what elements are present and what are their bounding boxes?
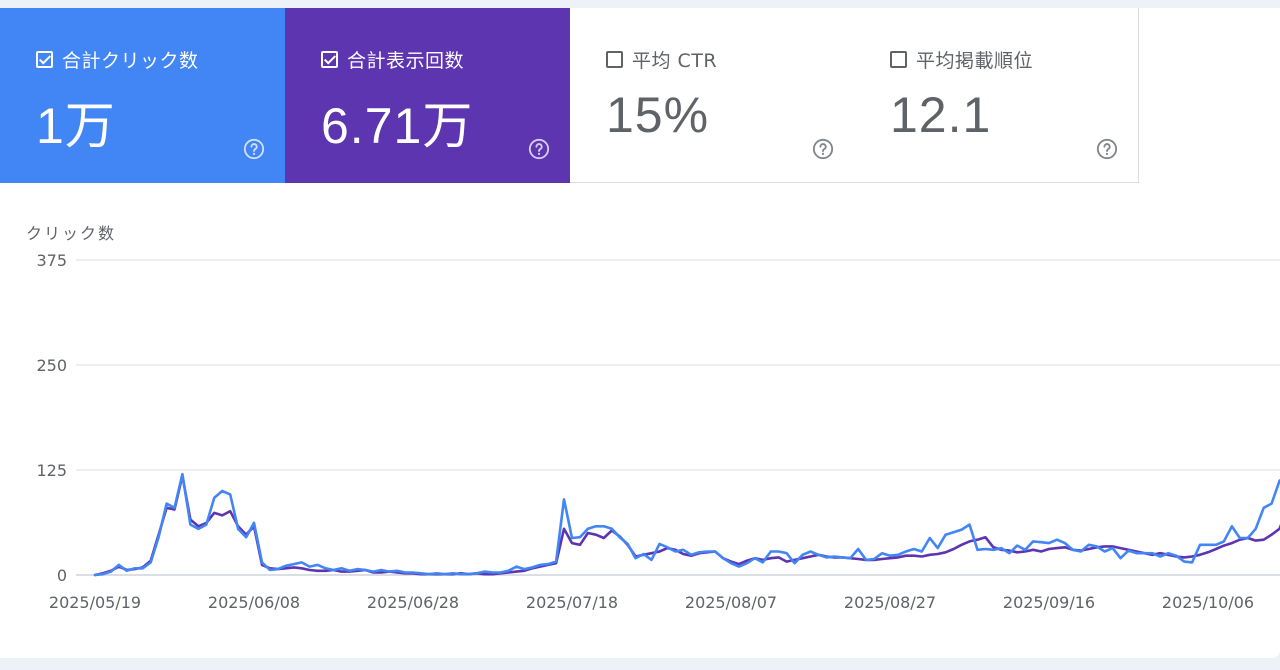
performance-card: 合計クリック数 1万 合計表示回数 6.71万 平均 CTR 15% 平均掲載順… <box>0 8 1280 658</box>
y-tick-label: 250 <box>36 356 67 375</box>
x-tick-label: 2025/09/16 <box>1003 593 1095 612</box>
x-tick-label: 2025/10/06 <box>1162 593 1254 612</box>
y-tick-label: 125 <box>36 461 67 480</box>
series-layer <box>93 472 1280 577</box>
x-tick-label: 2025/08/07 <box>685 593 777 612</box>
x-tick-label: 2025/06/08 <box>208 593 300 612</box>
clicks-line-chart: クリック数 0125250375 2025/05/19 2025/06/08 202… <box>26 224 1280 612</box>
grid-layer <box>76 259 1280 576</box>
series-line-clicks <box>93 472 1280 577</box>
y-tick-labels: 0 125 250 375 <box>36 251 67 585</box>
x-tick-label: 2025/05/19 <box>49 593 141 612</box>
x-tick-labels: 2025/05/19 2025/06/08 2025/06/28 2025/07/18… <box>49 593 1254 612</box>
x-tick-label: 2025/08/27 <box>844 593 936 612</box>
y-axis-label: クリック数 <box>26 224 116 243</box>
y-tick-label: 375 <box>36 251 67 270</box>
x-tick-label: 2025/06/28 <box>367 593 459 612</box>
y-tick-label: 0 <box>57 566 67 585</box>
series-line-impressions <box>93 474 1280 577</box>
x-tick-label: 2025/07/18 <box>526 593 618 612</box>
